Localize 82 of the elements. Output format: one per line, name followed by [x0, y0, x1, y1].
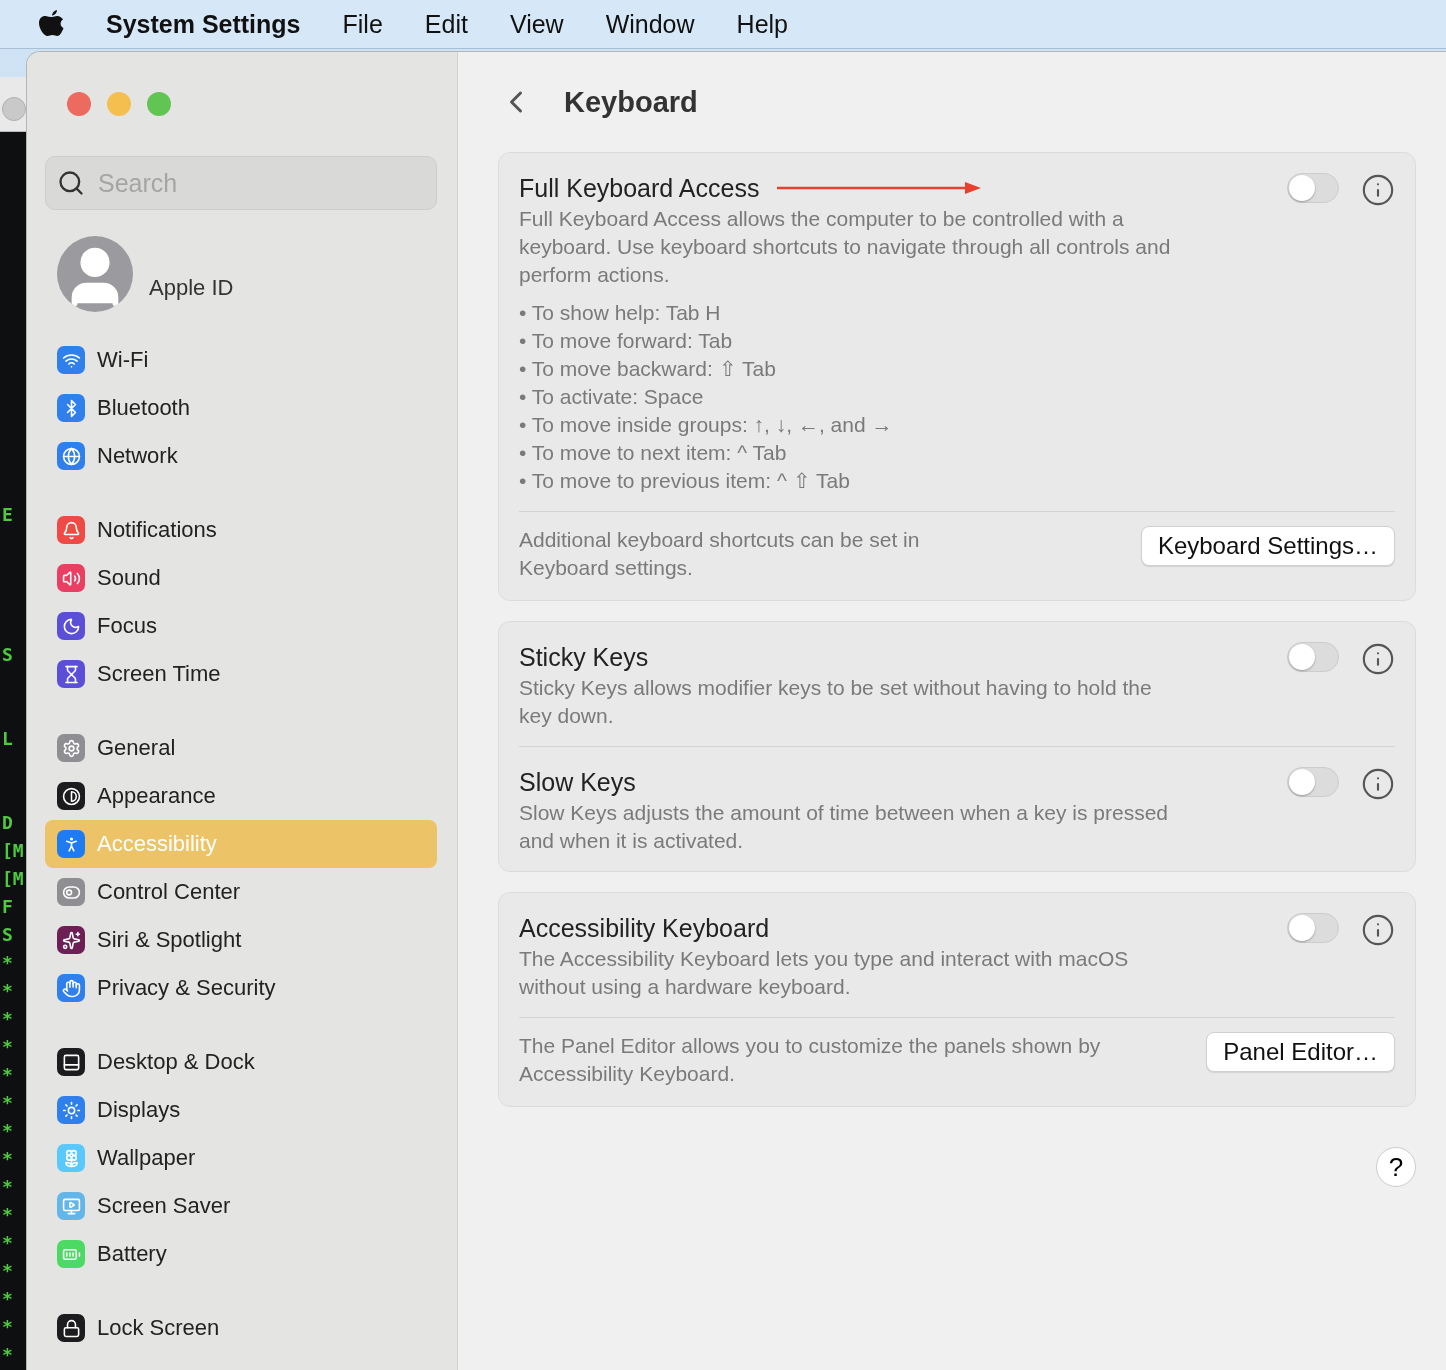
- terminal-line: S: [2, 643, 13, 667]
- menu-item[interactable]: Help: [736, 9, 788, 39]
- sidebar-item[interactable]: Sound: [45, 554, 437, 602]
- shortcut-hint: • To activate: Space: [519, 384, 705, 410]
- sidebar-item[interactable]: Privacy & Security: [45, 964, 437, 1012]
- shortcut-hint: • To move to previous item: ^ ⇧ Tab: [519, 468, 851, 494]
- terminal-line: *: [2, 1231, 13, 1255]
- shortcut-hint: • To move to next item: ^ Tab: [519, 440, 788, 466]
- info-icon[interactable]: [1361, 913, 1395, 947]
- setting-title: Sticky Keys: [519, 642, 649, 673]
- toggle-switch[interactable]: [1287, 913, 1339, 943]
- terminal-line: *: [2, 1147, 13, 1171]
- sidebar-item[interactable]: General: [45, 724, 437, 772]
- setting-description: Sticky Keys allows modifier keys to be set without having to hold the key down.: [519, 675, 1153, 729]
- shortcut-hint: • To move backward: ⇧ Tab: [519, 356, 777, 382]
- menu-item[interactable]: File: [342, 9, 383, 39]
- sidebar-item[interactable]: Wi-Fi: [45, 336, 437, 384]
- terminal-line: S: [2, 923, 13, 947]
- terminal-line: [M: [2, 867, 24, 891]
- setting-description: Slow Keys adjusts the amount of time between when a key is pressed and when it is activated.: [519, 800, 1169, 854]
- setting-title: Full Keyboard Access: [519, 173, 760, 204]
- setting-description: The Accessibility Keyboard lets you type and interact with macOS without using a hardware keyboard.: [519, 946, 1130, 1000]
- terminal-line: *: [2, 1091, 13, 1115]
- footer-text: Additional keyboard shortcuts can be set in Keyboard settings.: [519, 527, 921, 581]
- sidebar-item[interactable]: Bluetooth: [45, 384, 437, 432]
- menu-item[interactable]: Window: [605, 9, 695, 39]
- menu-item[interactable]: View: [509, 9, 564, 39]
- sidebar-item[interactable]: Focus: [45, 602, 437, 650]
- sidebar-item[interactable]: Control Center: [45, 868, 437, 916]
- setting-title: Accessibility Keyboard: [519, 913, 770, 944]
- sidebar-item[interactable]: Wallpaper: [45, 1134, 437, 1182]
- terminal-line: *: [2, 1203, 13, 1227]
- sidebar-item[interactable]: Siri & Spotlight: [45, 916, 437, 964]
- shortcut-hint: • To move forward: Tab: [519, 328, 734, 354]
- terminal-line: *: [2, 1315, 13, 1339]
- menu-item[interactable]: Edit: [424, 9, 468, 39]
- sidebar-item[interactable]: Lock Screen: [45, 1304, 437, 1352]
- sidebar-item[interactable]: Network: [45, 432, 437, 480]
- toggle-switch[interactable]: [1287, 173, 1339, 203]
- terminal-line: *: [2, 1035, 13, 1059]
- account-label[interactable]: Apple ID: [149, 275, 234, 301]
- app-menu[interactable]: System Settings: [106, 9, 301, 39]
- terminal-line: *: [2, 1175, 13, 1199]
- terminal-line: [M: [2, 839, 24, 863]
- terminal-line: *: [2, 1259, 13, 1283]
- terminal-line: *: [2, 1007, 13, 1031]
- terminal-line: D: [2, 811, 13, 835]
- shortcut-hint: • To show help: Tab H: [519, 300, 722, 326]
- sidebar-item[interactable]: Battery: [45, 1230, 437, 1278]
- info-icon[interactable]: [1361, 767, 1395, 801]
- sidebar-item[interactable]: Screen Saver: [45, 1182, 437, 1230]
- sidebar-item[interactable]: Notifications: [45, 506, 437, 554]
- terminal-line: L: [2, 727, 13, 751]
- page-title: Keyboard: [564, 85, 698, 119]
- terminal-line: *: [2, 951, 13, 975]
- window-control[interactable]: [67, 92, 91, 116]
- info-icon[interactable]: [1361, 173, 1395, 207]
- setting-description: Full Keyboard Access allows the computer to be controlled with a keyboard. Use keyboard shortcuts to navigate through all controls and perform actions.: [519, 206, 1172, 288]
- window-control[interactable]: [107, 92, 131, 116]
- terminal-line: F: [2, 895, 13, 919]
- footer-text: The Panel Editor allows you to customize the panels shown by Accessibility Keyboard.: [519, 1033, 1102, 1087]
- help-button[interactable]: ?: [1376, 1147, 1416, 1187]
- terminal-line: *: [2, 979, 13, 1003]
- shortcut-hint: • To move inside groups: ↑, ↓, ←, and →: [519, 412, 894, 438]
- info-icon[interactable]: [1361, 642, 1395, 676]
- sidebar-item[interactable]: Appearance: [45, 772, 437, 820]
- window-control[interactable]: [147, 92, 171, 116]
- terminal-line: *: [2, 1119, 13, 1143]
- window-control[interactable]: [2, 97, 26, 121]
- toggle-switch[interactable]: [1287, 642, 1339, 672]
- setting-title: Slow Keys: [519, 767, 636, 798]
- settings-button[interactable]: Panel Editor…: [1206, 1032, 1395, 1072]
- terminal-line: *: [2, 1287, 13, 1311]
- sidebar-item[interactable]: Displays: [45, 1086, 437, 1134]
- settings-button[interactable]: Keyboard Settings…: [1140, 526, 1395, 566]
- terminal-line: E: [2, 503, 13, 527]
- sidebar-item[interactable]: Desktop & Dock: [45, 1038, 437, 1086]
- toggle-switch[interactable]: [1287, 767, 1339, 797]
- terminal-line: *: [2, 1343, 13, 1367]
- sidebar-item[interactable]: Screen Time: [45, 650, 437, 698]
- search-icon: [57, 169, 85, 197]
- terminal-line: *: [2, 1063, 13, 1087]
